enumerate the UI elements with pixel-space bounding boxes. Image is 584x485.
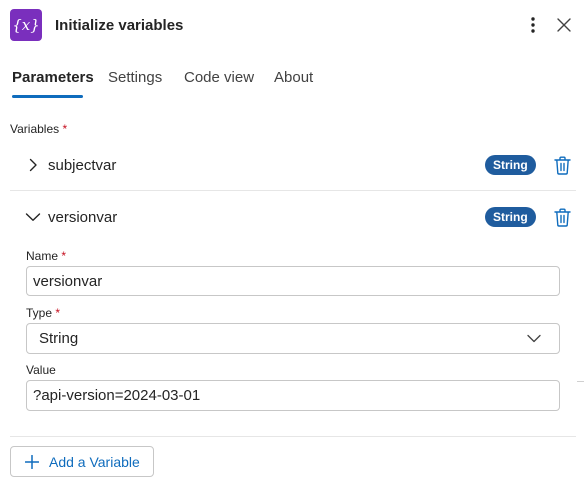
- variable-value-input[interactable]: [26, 380, 560, 411]
- more-options-button[interactable]: [523, 13, 543, 37]
- section-divider: [10, 436, 576, 437]
- variable-icon-glyph: {x}: [12, 16, 40, 34]
- variables-section-label: Variables *: [10, 122, 67, 136]
- add-variable-label: Add a Variable: [49, 453, 140, 470]
- required-mark: *: [61, 249, 67, 263]
- type-field-label: Type *: [26, 306, 60, 320]
- name-field-label: Name *: [26, 249, 66, 263]
- close-icon: [557, 18, 571, 32]
- type-label-text: Type: [26, 306, 53, 320]
- type-select-value: String: [39, 330, 79, 347]
- type-badge-versionvar: String: [485, 207, 536, 227]
- required-mark: *: [55, 306, 61, 320]
- trash-icon: [553, 208, 571, 227]
- type-select[interactable]: String: [26, 323, 560, 354]
- variable-name-versionvar[interactable]: versionvar: [48, 209, 117, 226]
- plus-icon: [24, 454, 40, 470]
- trash-icon: [553, 156, 571, 175]
- variables-label-text: Variables: [10, 122, 60, 136]
- type-badge-subjectvar: String: [485, 155, 536, 175]
- close-button[interactable]: [553, 14, 575, 36]
- collapse-versionvar-button[interactable]: [25, 209, 41, 225]
- delete-versionvar-button[interactable]: [552, 206, 572, 228]
- more-vertical-icon: [531, 17, 535, 33]
- variable-name-subjectvar[interactable]: subjectvar: [48, 157, 116, 174]
- tab-settings[interactable]: Settings: [108, 69, 162, 86]
- variable-app-icon: {x}: [10, 9, 42, 41]
- tab-about[interactable]: About: [274, 69, 313, 86]
- value-field-label: Value: [26, 363, 56, 377]
- chevron-right-icon: [29, 158, 37, 172]
- tab-code-view[interactable]: Code view: [184, 69, 254, 86]
- edge-divider: [577, 381, 584, 382]
- add-variable-button[interactable]: Add a Variable: [10, 446, 154, 477]
- chevron-down-icon: [527, 334, 541, 343]
- variable-name-input[interactable]: [26, 266, 560, 296]
- expand-subjectvar-button[interactable]: [25, 157, 41, 173]
- active-tab-indicator: [12, 95, 83, 98]
- panel-title: Initialize variables: [55, 17, 184, 34]
- name-label-text: Name: [26, 249, 59, 263]
- chevron-down-icon: [25, 213, 41, 221]
- delete-subjectvar-button[interactable]: [552, 154, 572, 176]
- tab-parameters[interactable]: Parameters: [12, 69, 94, 86]
- required-mark: *: [62, 122, 68, 136]
- row-divider: [10, 190, 576, 191]
